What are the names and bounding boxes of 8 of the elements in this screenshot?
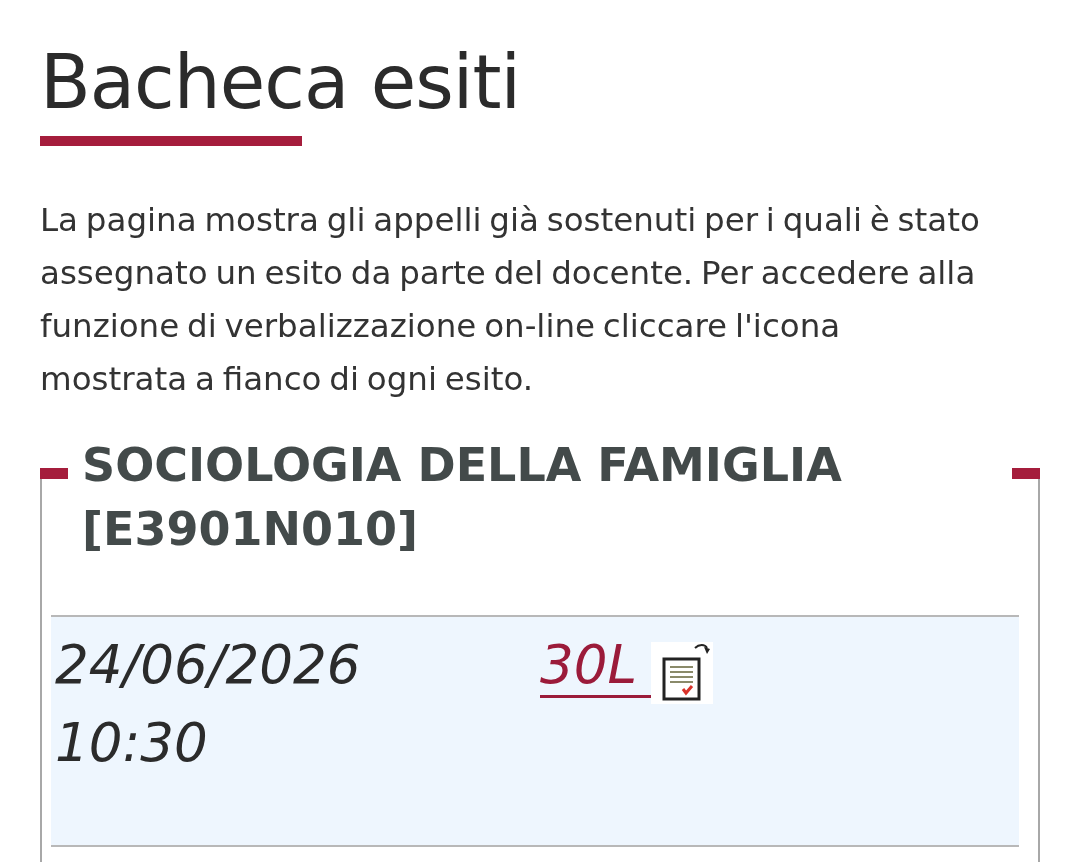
course-title: SOCIOLOGIA DELLA FAMIGLIA [E3901N010] [82, 437, 843, 558]
page-title: Bacheca esiti [40, 40, 521, 124]
page-description: La pagina mostra gli appelli già sostenuti per i quali è stato assegnato un esito da parte del docente. Per accedere alla funzione di verbalizzazione on-line cliccare l'icona mostrata a fianco di ogni esito. [40, 200, 981, 400]
document-check-icon[interactable] [650, 642, 713, 704]
border-accent [1012, 468, 1040, 479]
exam-time: 10:30 [55, 711, 209, 775]
border-accent [40, 468, 68, 479]
exam-date: 24/06/2026 [55, 633, 362, 697]
